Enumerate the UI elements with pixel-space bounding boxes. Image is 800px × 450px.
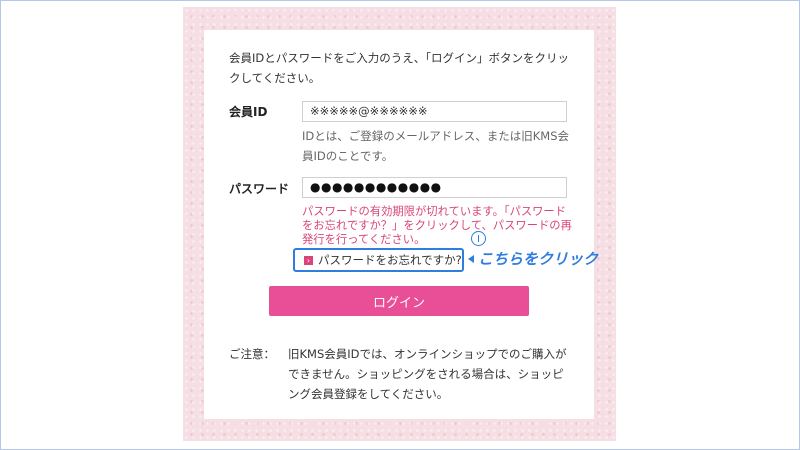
member-id-label: 会員ID [229, 105, 268, 119]
password-label: パスワード [229, 182, 290, 196]
annotation-click-here: こちらをクリック [478, 250, 599, 268]
note-text: 旧KMS会員IDでは、オンラインショップでのご購入ができません。ショッピングをさ… [288, 347, 567, 401]
annotation-arrow-icon [468, 255, 474, 263]
forgot-password-link[interactable]: › パスワードをお忘れですか? [304, 252, 462, 268]
info-icon [471, 231, 486, 246]
password-expired-error: パスワードの有効期限が切れています。「パスワードをお忘れですか？」をクリックして… [302, 205, 572, 246]
member-id-help-text: IDとは、ご登録のメールアドレス、または旧KMS会員IDのことです。 [302, 129, 570, 163]
member-id-input[interactable]: ※※※※※@※※※※※※ [302, 101, 567, 122]
chevron-right-icon: › [304, 255, 313, 265]
login-button[interactable]: ログイン [269, 286, 529, 316]
password-input[interactable]: ●●●●●●●●●●●● [302, 177, 567, 198]
note-label: ご注意： [229, 347, 275, 361]
forgot-password-label: パスワードをお忘れですか? [318, 253, 462, 267]
intro-text: 会員IDとパスワードをご入力のうえ、「ログイン」ボタンをクリックしてください。 [229, 51, 569, 85]
